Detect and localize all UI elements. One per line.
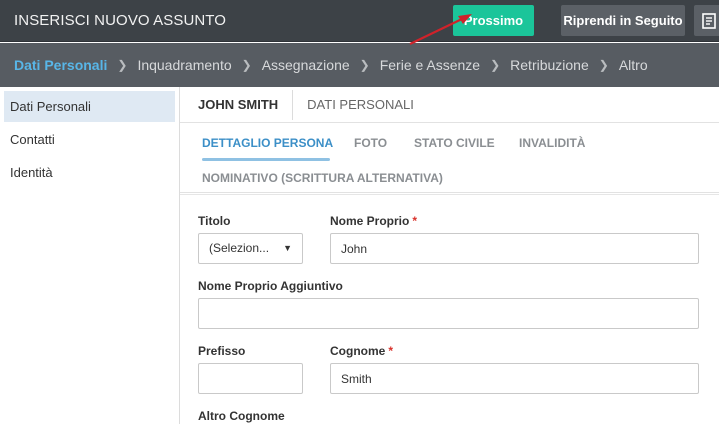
nome-proprio-label-text: Nome Proprio	[330, 214, 410, 228]
chevron-right-icon: ❯	[359, 58, 370, 72]
chevron-right-icon: ❯	[598, 58, 609, 72]
cognome-input[interactable]	[330, 363, 699, 394]
active-tab-indicator	[202, 158, 330, 161]
prefisso-input[interactable]	[198, 363, 303, 394]
tab-foto[interactable]: FOTO	[354, 136, 387, 150]
wizard-steps: Dati Personali ❯ Inquadramento ❯ Assegna…	[0, 43, 719, 87]
altro-cognome-label: Altro Cognome	[198, 409, 285, 423]
chevron-right-icon: ❯	[490, 58, 501, 72]
titolo-selected-value: (Selezion...	[209, 241, 270, 255]
required-marker: *	[412, 214, 418, 228]
step-retribuzione[interactable]: Retribuzione	[510, 57, 589, 73]
main-panel: JOHN SMITH DATI PERSONALI DETTAGLIO PERS…	[180, 87, 719, 424]
caret-down-icon: ▼	[283, 243, 292, 253]
page-title: INSERISCI NUOVO ASSUNTO	[14, 12, 227, 29]
nome-aggiuntivo-input[interactable]	[198, 298, 699, 329]
tab-stato-civile[interactable]: STATO CIVILE	[414, 136, 495, 150]
sidebar-item-contatti[interactable]: Contatti	[4, 124, 175, 155]
chevron-right-icon: ❯	[117, 58, 128, 72]
step-dati-personali[interactable]: Dati Personali	[14, 57, 107, 73]
chevron-right-icon: ❯	[241, 58, 252, 72]
person-name: JOHN SMITH	[198, 89, 294, 120]
step-altro[interactable]: Altro	[619, 57, 648, 73]
panel-header: JOHN SMITH DATI PERSONALI	[180, 87, 719, 123]
step-assegnazione[interactable]: Assegnazione	[262, 57, 350, 73]
tab-invalidita[interactable]: INVALIDITÀ	[519, 136, 585, 150]
nome-proprio-label: Nome Proprio *	[330, 214, 417, 228]
subtabs: DETTAGLIO PERSONA FOTO STATO CIVILE INVA…	[180, 123, 719, 193]
nome-aggiuntivo-label: Nome Proprio Aggiuntivo	[198, 279, 343, 293]
header-bar: INSERISCI NUOVO ASSUNTO Prossimo Riprend…	[0, 0, 719, 42]
document-icon	[702, 13, 716, 29]
sidebar-item-dati-personali[interactable]: Dati Personali	[4, 91, 175, 122]
cognome-label-text: Cognome	[330, 344, 386, 358]
sidebar: Dati Personali Contatti Identità	[0, 87, 180, 424]
step-ferie-assenze[interactable]: Ferie e Assenze	[380, 57, 480, 73]
tab-nominativo-alternativo[interactable]: NOMINATIVO (SCRITTURA ALTERNATIVA)	[202, 171, 443, 185]
prefisso-label: Prefisso	[198, 344, 246, 358]
required-marker: *	[388, 344, 394, 358]
person-form: Titolo (Selezion... ▼ Nome Proprio* Nome…	[180, 194, 719, 424]
resume-later-button[interactable]: Riprendi in Seguito	[561, 5, 685, 36]
section-title: DATI PERSONALI	[307, 97, 414, 112]
cognome-label: Cognome *	[330, 344, 393, 358]
sidebar-item-identita[interactable]: Identità	[4, 157, 175, 188]
nome-proprio-input[interactable]	[330, 233, 699, 264]
titolo-select[interactable]: (Selezion... ▼	[198, 233, 303, 264]
document-button[interactable]	[694, 5, 719, 36]
step-inquadramento[interactable]: Inquadramento	[137, 57, 231, 73]
tab-dettaglio-persona[interactable]: DETTAGLIO PERSONA	[202, 136, 333, 150]
titolo-label: Titolo	[198, 214, 231, 228]
next-button[interactable]: Prossimo	[453, 5, 534, 36]
